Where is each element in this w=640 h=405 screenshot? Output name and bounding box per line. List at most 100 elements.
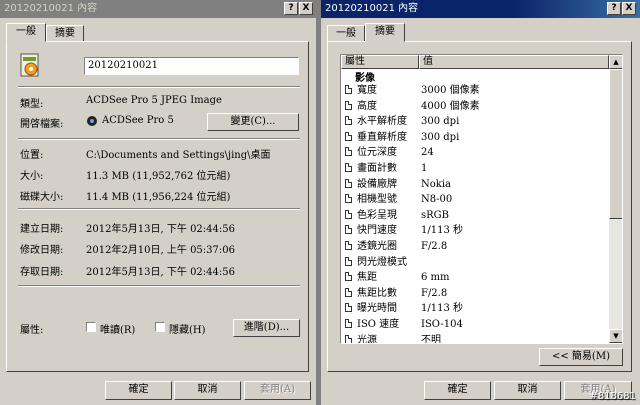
separator-1	[18, 86, 300, 88]
size-label: 大小:	[20, 171, 44, 182]
property-value: 1/113 秒	[421, 225, 463, 237]
filename-field[interactable]: 20120210021	[84, 57, 299, 75]
opens-with-label: 開啓檔案:	[20, 119, 64, 130]
document-icon	[345, 334, 352, 343]
list-item[interactable]: 垂直解析度 300 dpi	[341, 131, 609, 144]
property-name: 焦距	[357, 272, 377, 284]
list-item[interactable]: 水平解析度 300 dpi	[341, 115, 609, 128]
left-apply-button[interactable]: 套用(A)	[244, 381, 311, 400]
readonly-checkbox[interactable]	[86, 322, 96, 332]
left-tab-summary[interactable]: 摘要	[46, 25, 84, 42]
hidden-checkbox[interactable]	[155, 322, 165, 332]
right-cancel-button[interactable]: 取消	[494, 381, 561, 400]
document-icon	[345, 194, 352, 204]
property-value: 300 dpi	[421, 116, 460, 128]
list-item[interactable]: ISO 速度 ISO-104	[341, 318, 609, 331]
property-value: 6 mm	[421, 272, 450, 284]
property-name: 畫面計數	[357, 163, 397, 174]
list-item[interactable]: 畫面計數 1	[341, 162, 609, 175]
scroll-up-arrow-icon[interactable]: ▲	[609, 55, 622, 69]
document-icon	[345, 100, 352, 110]
summary-properties-dialog: 20120210021 內容 ? X 一般 摘要 屬性 值 影像 寬度 3000 …	[321, 0, 640, 405]
accessed-value: 2012年5月13日, 下午 02:44:56	[86, 267, 235, 278]
list-item[interactable]: 快門速度 1/113 秒	[341, 224, 609, 237]
property-name: 位元深度	[357, 147, 397, 159]
left-close-button[interactable]: X	[299, 2, 313, 15]
readonly-label[interactable]: 唯讀(R)	[100, 321, 135, 336]
scroll-thumb[interactable]	[609, 69, 622, 219]
property-name: 垂直解析度	[357, 131, 407, 143]
right-tab-summary[interactable]: 摘要	[365, 23, 405, 42]
list-item[interactable]: 曝光時間 1/113 秒	[341, 302, 609, 315]
property-value: F/2.8	[421, 287, 448, 299]
list-item[interactable]: 寬度 3000 個像素	[341, 84, 609, 97]
list-item[interactable]: 閃光燈模式	[341, 256, 609, 269]
property-name: 光源	[357, 334, 377, 344]
separator-4	[18, 285, 300, 287]
list-item[interactable]: 色彩呈現 sRGB	[341, 209, 609, 222]
right-ok-button[interactable]: 確定	[424, 381, 491, 400]
left-ok-button[interactable]: 確定	[105, 381, 172, 400]
property-name: 相機型號	[357, 194, 397, 206]
advanced-button[interactable]: 進階(D)...	[233, 319, 300, 337]
document-icon	[345, 163, 352, 172]
property-name: 曝光時間	[357, 303, 397, 315]
right-tab-general[interactable]: 一般	[327, 25, 365, 42]
list-item[interactable]: 位元深度 24	[341, 146, 609, 159]
left-help-button[interactable]: ?	[284, 2, 298, 15]
document-icon	[345, 256, 352, 266]
general-properties-dialog: 20120210021 內容 ? X 一般 摘要 20120210021 類型:…	[0, 0, 317, 405]
simple-view-button[interactable]: << 簡易(M)	[539, 348, 623, 366]
separator-2	[18, 138, 300, 140]
attributes-label: 屬性:	[20, 325, 44, 336]
scroll-down-arrow-icon[interactable]: ▼	[609, 329, 622, 343]
right-window-title: 20120210021 內容	[325, 3, 419, 14]
property-value: 3000 個像素	[421, 85, 480, 96]
hidden-label[interactable]: 隱藏(H)	[169, 321, 206, 336]
document-icon	[345, 272, 352, 282]
left-cancel-button[interactable]: 取消	[174, 381, 241, 400]
jpeg-file-icon	[20, 53, 42, 79]
modified-value: 2012年2月10日, 上午 05:37:06	[86, 245, 235, 256]
column-header-property[interactable]: 屬性	[341, 55, 419, 69]
property-value: F/2.8	[421, 241, 448, 252]
left-window-title: 20120210021 內容	[4, 3, 98, 14]
size-on-disk-value: 11.4 MB (11,956,224 位元組)	[86, 192, 231, 203]
property-name: 快門速度	[357, 225, 397, 237]
list-item[interactable]: 焦距比數 F/2.8	[341, 287, 609, 300]
list-item[interactable]: 焦距 6 mm	[341, 271, 609, 284]
right-close-button[interactable]: X	[622, 2, 636, 15]
list-item[interactable]: 透鏡光圈 F/2.8	[341, 240, 609, 253]
property-name: 寬度	[357, 85, 377, 96]
list-item[interactable]: 高度 4000 個像素	[341, 100, 609, 113]
list-item[interactable]: 光源 不明	[341, 334, 609, 344]
image-section-heading: 影像	[355, 73, 375, 84]
watermark: #818681	[589, 391, 636, 402]
document-icon	[345, 303, 352, 313]
document-icon	[345, 225, 352, 235]
created-label: 建立日期:	[20, 224, 64, 235]
change-button[interactable]: 變更(C)...	[207, 113, 299, 131]
document-icon	[345, 287, 352, 297]
summary-property-list[interactable]: 屬性 值 影像 寬度 3000 個像素高度 4000 個像素水平解析度 300 dpi…	[340, 54, 623, 344]
property-name: 閃光燈模式	[357, 256, 407, 268]
property-value: N8-00	[421, 194, 453, 206]
property-name: 焦距比數	[357, 287, 397, 299]
property-value: ISO-104	[421, 319, 463, 330]
modified-label: 修改日期:	[20, 245, 64, 256]
right-help-button[interactable]: ?	[607, 2, 621, 15]
property-value: 24	[421, 147, 434, 159]
acdsee-icon	[86, 115, 98, 127]
right-title-bar: 20120210021 內容	[321, 0, 640, 18]
left-title-bar: 20120210021 內容	[0, 0, 316, 18]
list-item[interactable]: 設備廠牌 Nokia	[341, 178, 609, 191]
column-header-value[interactable]: 值	[419, 55, 609, 69]
list-item[interactable]: 相機型號 N8-00	[341, 193, 609, 206]
document-icon	[345, 241, 352, 250]
size-value: 11.3 MB (11,952,762 位元組)	[86, 171, 231, 182]
property-value: 300 dpi	[421, 131, 460, 143]
created-value: 2012年5月13日, 下午 02:44:56	[86, 224, 235, 235]
property-name: 水平解析度	[357, 116, 407, 128]
left-tab-general[interactable]: 一般	[6, 23, 46, 42]
property-value: 1/113 秒	[421, 303, 463, 315]
